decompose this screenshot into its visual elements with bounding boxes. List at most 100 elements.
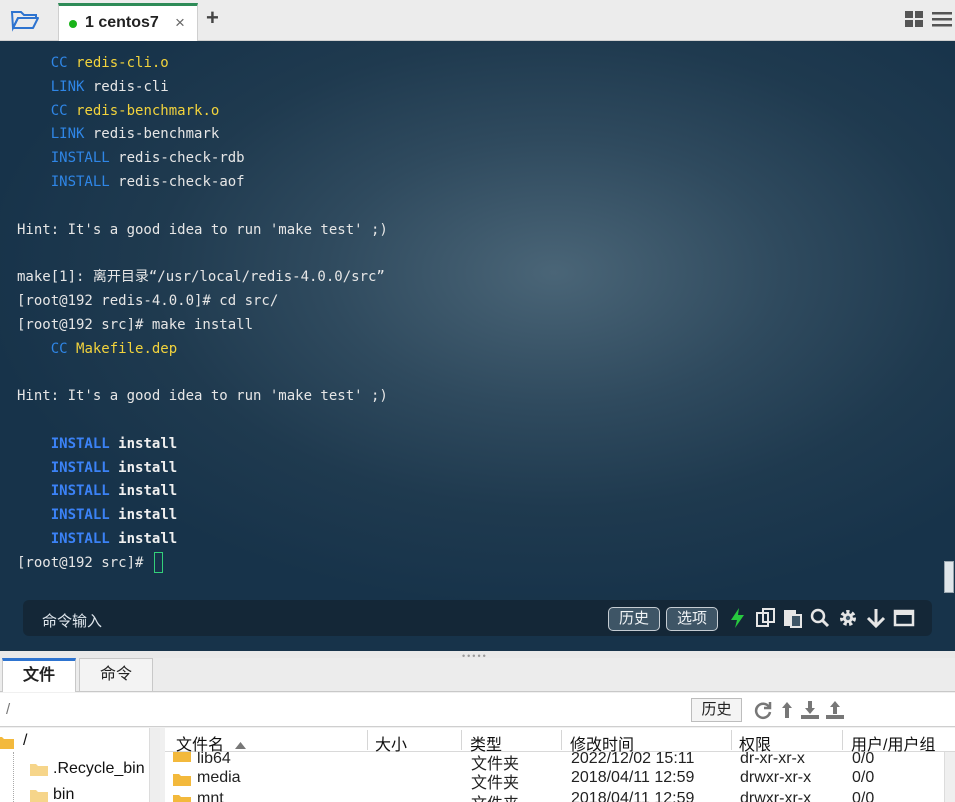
close-icon[interactable]: × bbox=[175, 13, 185, 33]
refresh-icon[interactable] bbox=[753, 700, 773, 720]
add-tab-button[interactable]: + bbox=[206, 5, 219, 31]
tab-files[interactable]: 文件 bbox=[2, 658, 76, 692]
lower-panel-tabs: 文件 命令 bbox=[0, 658, 955, 692]
paste-icon[interactable] bbox=[782, 607, 804, 629]
terminal-text: INSTALL bbox=[50, 173, 110, 190]
column-divider[interactable] bbox=[367, 730, 368, 750]
terminal-text: [root@192 redis-4.0.0]# cd src/ bbox=[17, 292, 279, 309]
tab-centos7[interactable]: 1 centos7 × bbox=[58, 3, 198, 41]
terminal-output: CC redis-cli.o LINK redis-cli CC redis-b… bbox=[17, 52, 388, 576]
terminal-pane[interactable]: CC redis-cli.o LINK redis-cli CC redis-b… bbox=[0, 41, 955, 651]
file-permissions: drwxr-xr-x bbox=[740, 790, 812, 802]
terminal-text: redis-benchmark bbox=[92, 126, 220, 143]
tree-item-label: .Recycle_bin bbox=[53, 760, 145, 777]
download-icon[interactable] bbox=[800, 700, 820, 720]
lightning-icon[interactable] bbox=[727, 607, 749, 629]
terminal-line: make[1]: 离开目录“/usr/local/redis-4.0.0/src… bbox=[17, 266, 388, 290]
column-divider[interactable] bbox=[561, 730, 562, 750]
command-input-label[interactable]: 命令输入 bbox=[42, 610, 102, 631]
history-button[interactable]: 历史 bbox=[608, 607, 661, 631]
column-owner[interactable]: 用户/用户组 bbox=[851, 731, 935, 755]
file-list-scrollbar[interactable] bbox=[944, 752, 955, 802]
column-permissions[interactable]: 权限 bbox=[739, 731, 771, 755]
terminal-text: INSTALL bbox=[50, 483, 110, 500]
terminal-text: Hint: It's a good idea to run 'make test… bbox=[17, 388, 388, 405]
file-row[interactable]: media 文件夹 2018/04/11 12:59 drwxr-xr-x 0/… bbox=[165, 769, 945, 792]
terminal-line: INSTALL install bbox=[17, 504, 388, 528]
directory-tree: / .Recycle_bin bin bbox=[0, 728, 160, 802]
tree-item-label: / bbox=[23, 732, 28, 749]
terminal-text: INSTALL bbox=[50, 507, 110, 524]
terminal-line: CC Makefile.dep bbox=[17, 338, 388, 362]
terminal-line: CC redis-cli.o bbox=[17, 52, 388, 76]
terminal-text: CC bbox=[50, 102, 68, 119]
terminal-line: Hint: It's a good idea to run 'make test… bbox=[17, 385, 388, 409]
layout-grid-icon[interactable] bbox=[905, 11, 923, 27]
terminal-cursor bbox=[153, 552, 163, 574]
column-type[interactable]: 类型 bbox=[470, 731, 502, 755]
terminal-text: INSTALL bbox=[50, 435, 110, 452]
terminal-line: [root@192 redis-4.0.0]# cd src/ bbox=[17, 290, 388, 314]
terminal-scrollbar-thumb[interactable] bbox=[944, 561, 954, 593]
column-modified[interactable]: 修改时间 bbox=[570, 731, 634, 755]
path-input[interactable]: / bbox=[6, 701, 10, 718]
menu-icon[interactable] bbox=[932, 11, 952, 27]
parent-folder-icon[interactable] bbox=[777, 700, 797, 720]
path-history-button[interactable]: 历史 bbox=[691, 698, 742, 722]
file-list: lib64 文件夹 2022/12/02 15:11 dr-xr-xr-x 0/… bbox=[165, 728, 955, 802]
folder-icon bbox=[30, 788, 48, 802]
terminal-line: INSTALL install bbox=[17, 480, 388, 504]
terminal-text: CC bbox=[50, 55, 68, 71]
search-icon[interactable] bbox=[809, 607, 831, 629]
column-size[interactable]: 大小 bbox=[375, 731, 407, 755]
arrow-down-icon[interactable] bbox=[865, 607, 887, 629]
tab-commands[interactable]: 命令 bbox=[79, 658, 153, 692]
file-type: 文件夹 bbox=[471, 790, 519, 802]
folder-icon bbox=[173, 772, 191, 786]
window-icon[interactable] bbox=[893, 607, 915, 629]
session-status-dot bbox=[69, 20, 77, 28]
upload-icon[interactable] bbox=[825, 700, 845, 720]
tab-number: 1 bbox=[85, 14, 94, 31]
terminal-line: INSTALL install bbox=[17, 528, 388, 552]
sort-ascending-icon[interactable] bbox=[235, 736, 246, 754]
file-permissions: drwxr-xr-x bbox=[740, 769, 812, 786]
terminal-text: INSTALL bbox=[50, 150, 110, 167]
gear-icon[interactable] bbox=[837, 607, 859, 629]
terminal-line: INSTALL redis-check-rdb bbox=[17, 147, 388, 171]
terminal-text: redis-check-rdb bbox=[118, 150, 245, 167]
options-button[interactable]: 选项 bbox=[666, 607, 719, 631]
terminal-prompt-line[interactable]: [root@192 src]# bbox=[17, 552, 388, 576]
command-input-bar[interactable]: 命令输入 历史 选项 bbox=[23, 600, 932, 636]
column-divider[interactable] bbox=[842, 730, 843, 750]
file-row[interactable]: mnt 文件夹 2018/04/11 12:59 drwxr-xr-x 0/0 bbox=[165, 790, 945, 802]
copy-icon[interactable] bbox=[755, 607, 777, 629]
tree-scrollbar[interactable] bbox=[149, 728, 160, 802]
terminal-text: LINK bbox=[50, 126, 85, 143]
terminal-text: redis-check-aof bbox=[118, 173, 245, 190]
terminal-text: install bbox=[118, 435, 178, 452]
folder-icon bbox=[0, 735, 14, 749]
column-divider[interactable] bbox=[731, 730, 732, 750]
tree-guide-line bbox=[13, 752, 14, 802]
column-divider[interactable] bbox=[461, 730, 462, 750]
open-folder-icon[interactable] bbox=[10, 8, 40, 32]
column-name[interactable]: 文件名 bbox=[176, 731, 224, 755]
